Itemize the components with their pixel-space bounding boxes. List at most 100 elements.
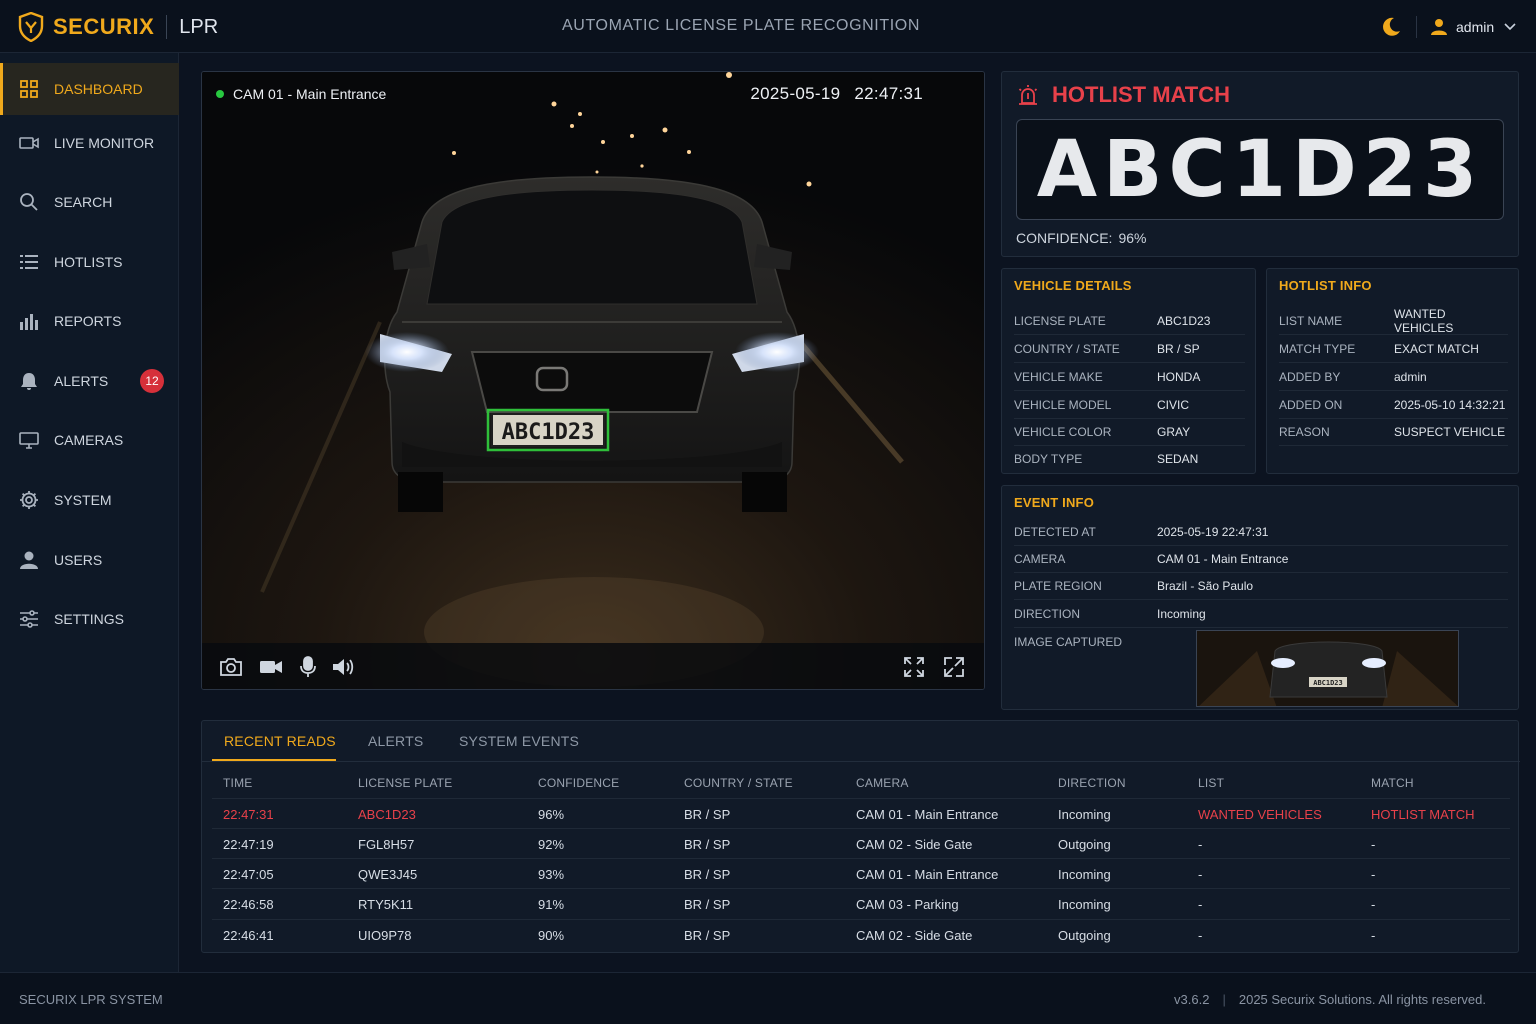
camera-label: CAM 01 - Main Entrance [216, 86, 386, 102]
list-icon [20, 255, 38, 269]
table-cell: RTY5K11 [358, 897, 414, 912]
sidebar-item-label: ALERTS [54, 373, 109, 389]
volume-icon[interactable] [331, 655, 355, 679]
hotlist-match-title: HOTLIST MATCH [1016, 82, 1230, 108]
vehicle-details-title: VEHICLE DETAILS [1014, 278, 1132, 293]
snapshot-icon[interactable] [219, 655, 243, 679]
detail-row: VEHICLE COLOR GRAY [1014, 418, 1245, 446]
sidebar-item-hotlists[interactable]: HOTLISTS [0, 236, 179, 288]
live-video-feed[interactable]: ABC1D23 CAM 01 - Main Entrance 2025-05-1… [201, 71, 985, 690]
column-header[interactable]: CAMERA [856, 776, 909, 790]
alerts-count-badge: 12 [140, 369, 164, 393]
sidebar-item-alerts[interactable]: ALERTS 12 [0, 355, 179, 407]
sliders-icon [20, 610, 38, 628]
record-icon[interactable] [259, 655, 283, 679]
detail-row: REASON SUSPECT VEHICLE [1279, 418, 1508, 446]
hotlist-info-panel: HOTLIST INFO LIST NAME WANTED VEHICLES MA… [1266, 268, 1519, 474]
confidence-readout: CONFIDENCE: 96% [1016, 230, 1146, 246]
sidebar-item-label: USERS [54, 552, 103, 568]
table-cell: Outgoing [1058, 928, 1111, 943]
detail-value: CAM 01 - Main Entrance [1157, 551, 1289, 566]
reads-tabs: RECENT READS ALERTS SYSTEM EVENTS [202, 721, 1520, 762]
table-row[interactable]: 22:47:19 FGL8H57 92% BR / SP CAM 02 - Si… [212, 828, 1510, 858]
microphone-icon[interactable] [296, 655, 320, 679]
sidebar-item-users[interactable]: USERS [0, 534, 179, 586]
detail-row: IMAGE CAPTURED [1014, 628, 1194, 656]
column-header[interactable]: LICENSE PLATE [358, 776, 452, 790]
sidebar-item-cameras[interactable]: CAMERAS [0, 414, 179, 466]
column-header[interactable]: COUNTRY / STATE [684, 776, 793, 790]
detail-value: EXACT MATCH [1394, 341, 1479, 356]
table-cell: 22:46:58 [223, 897, 274, 912]
video-controls [202, 643, 984, 689]
table-cell: 90% [538, 928, 565, 943]
video-time: 22:47:31 [854, 84, 923, 103]
sidebar-item-settings[interactable]: SETTINGS [0, 593, 179, 645]
search-icon [20, 193, 38, 211]
table-cell: - [1198, 867, 1203, 882]
user-icon [20, 551, 38, 569]
plate-overlay-text: ABC1D23 [502, 420, 595, 445]
detail-row: DIRECTION Incoming [1014, 600, 1508, 628]
column-header[interactable]: MATCH [1371, 776, 1414, 790]
table-cell: FGL8H57 [358, 837, 415, 852]
sidebar-item-label: SEARCH [54, 194, 113, 210]
sidebar-item-search[interactable]: SEARCH [0, 176, 179, 228]
table-cell: CAM 01 - Main Entrance [856, 807, 999, 822]
table-cell: Incoming [1058, 867, 1111, 882]
thumbnail-plate-text: ABC1D23 [1313, 679, 1343, 687]
sidebar-item-label: DASHBOARD [54, 81, 143, 97]
detail-key: DIRECTION [1014, 606, 1080, 621]
column-header[interactable]: LIST [1198, 776, 1224, 790]
table-row[interactable]: 22:47:05 QWE3J45 93% BR / SP CAM 01 - Ma… [212, 858, 1510, 888]
detail-key: VEHICLE COLOR [1014, 424, 1112, 439]
confidence-value: 96% [1118, 230, 1147, 246]
table-cell: 92% [538, 837, 565, 852]
sidebar-item-dashboard[interactable]: DASHBOARD [0, 63, 179, 115]
table-cell: QWE3J45 [358, 867, 418, 882]
column-header[interactable]: DIRECTION [1058, 776, 1126, 790]
vehicle-details-panel: VEHICLE DETAILS LICENSE PLATE ABC1D23 COU… [1001, 268, 1256, 474]
detail-key: CAMERA [1014, 551, 1066, 566]
table-cell: BR / SP [684, 897, 731, 912]
captured-image-thumbnail[interactable]: ABC1D23 [1196, 630, 1459, 707]
detail-value: WANTED VEHICLES [1394, 306, 1454, 335]
fullscreen-icon[interactable] [902, 655, 926, 679]
footer-system-name: SECURIX LPR SYSTEM [19, 992, 163, 1007]
detail-row: PLATE REGION Brazil - São Paulo [1014, 572, 1508, 600]
column-header[interactable]: TIME [223, 776, 252, 790]
table-row[interactable]: 22:46:41 UIO9P78 90% BR / SP CAM 02 - Si… [212, 919, 1510, 949]
user-menu[interactable]: admin [1430, 14, 1524, 40]
detail-row: VEHICLE MODEL CIVIC [1014, 391, 1245, 419]
expand-icon[interactable] [942, 655, 966, 679]
tab-alerts[interactable]: ALERTS [368, 733, 423, 749]
sidebar-item-label: REPORTS [54, 313, 122, 329]
table-cell: 22:47:19 [223, 837, 274, 852]
moon-icon[interactable] [1380, 16, 1402, 38]
table-cell: - [1371, 837, 1376, 852]
reads-panel: RECENT READS ALERTS SYSTEM EVENTS TIME L… [201, 720, 1520, 953]
sidebar-item-system[interactable]: SYSTEM [0, 474, 179, 526]
gear-icon [20, 491, 38, 509]
tab-system-events[interactable]: SYSTEM EVENTS [459, 733, 579, 749]
table-row[interactable]: 22:46:58 RTY5K11 91% BR / SP CAM 03 - Pa… [212, 888, 1510, 918]
detail-key: VEHICLE MODEL [1014, 397, 1112, 412]
detail-value: HONDA [1157, 369, 1201, 384]
sidebar-item-live-monitor[interactable]: LIVE MONITOR [0, 117, 179, 169]
detail-value: Brazil - São Paulo [1157, 578, 1254, 593]
table-cell: BR / SP [684, 807, 731, 822]
tab-recent-reads[interactable]: RECENT READS [224, 733, 336, 749]
detail-row: ADDED BY admin [1279, 363, 1508, 391]
version-label: v3.6.2 [1174, 992, 1210, 1007]
detail-value: ABC1D23 [1157, 313, 1211, 328]
detail-key: MATCH TYPE [1279, 341, 1356, 356]
detail-value: Incoming [1157, 606, 1206, 621]
column-header[interactable]: CONFIDENCE [538, 776, 619, 790]
table-row[interactable]: 22:47:31 ABC1D23 96% BR / SP CAM 01 - Ma… [212, 798, 1510, 828]
table-cell: UIO9P78 [358, 928, 412, 943]
table-cell: BR / SP [684, 867, 731, 882]
table-cell: - [1198, 837, 1203, 852]
sidebar-item-reports[interactable]: REPORTS [0, 295, 179, 347]
detail-row: MATCH TYPE EXACT MATCH [1279, 335, 1508, 363]
table-cell: HOTLIST MATCH [1371, 807, 1475, 822]
